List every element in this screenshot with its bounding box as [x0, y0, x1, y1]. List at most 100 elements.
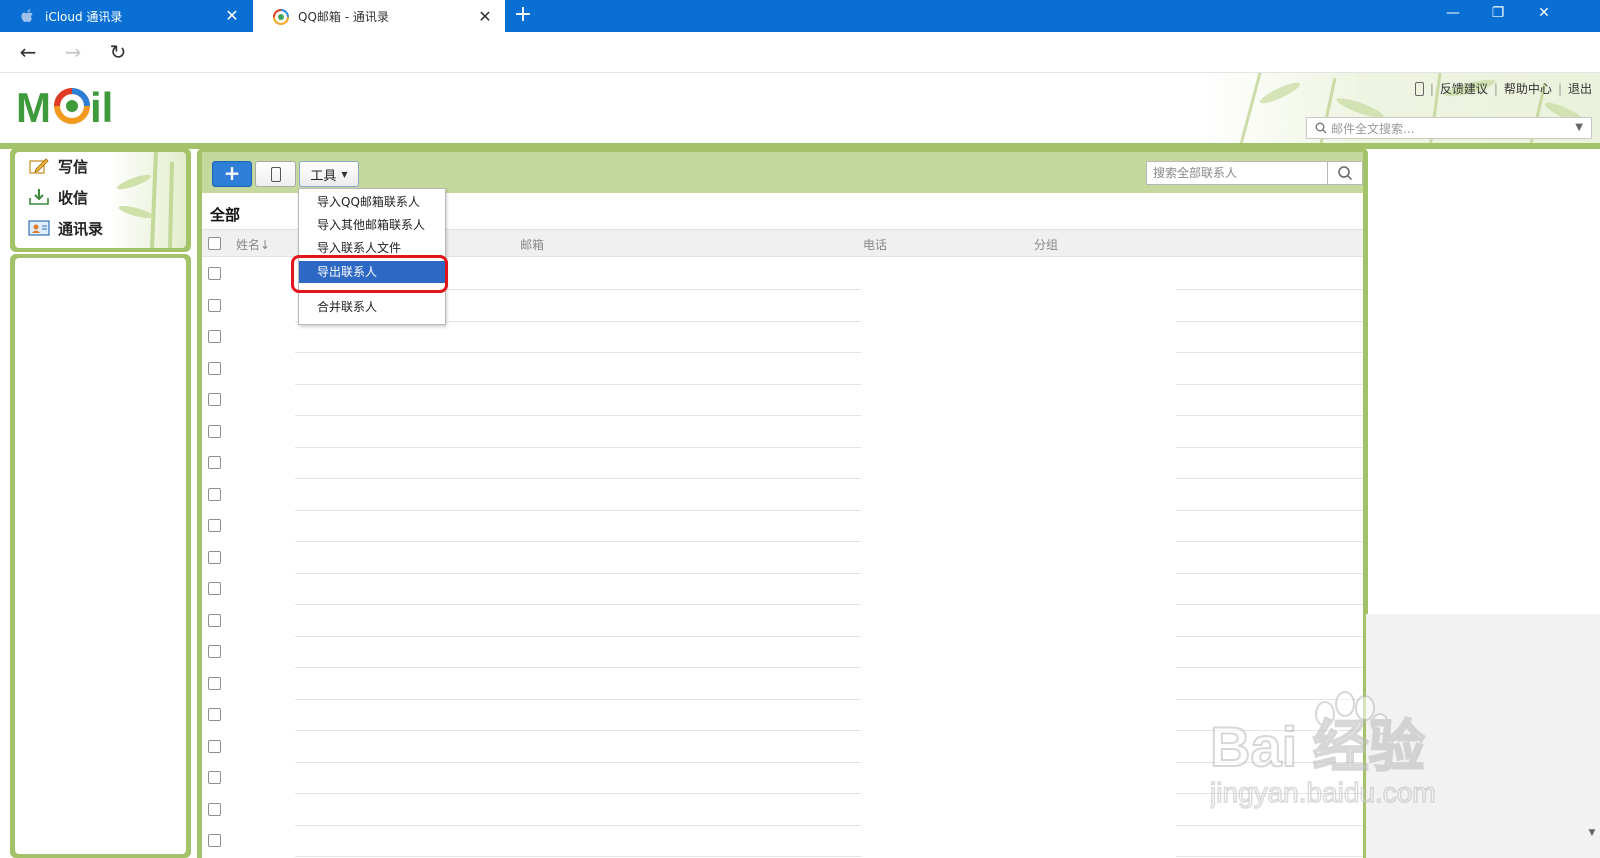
caret-down-icon: ▼: [341, 169, 348, 179]
mobile-phone-icon[interactable]: [1414, 81, 1424, 96]
table-row[interactable]: [202, 605, 1363, 637]
sidebar-item-label: 收信: [58, 188, 89, 207]
tab-title: iCloud 通讯录: [45, 9, 123, 24]
new-tab-button[interactable]: +: [512, 4, 534, 27]
feedback-link[interactable]: 反馈建议: [1440, 80, 1488, 97]
sidebar-item-label: 通讯录: [58, 219, 104, 238]
row-checkbox[interactable]: [208, 456, 221, 469]
row-checkbox[interactable]: [208, 361, 221, 375]
close-tab-icon[interactable]: ✕: [224, 8, 240, 24]
contact-search-button[interactable]: [1327, 161, 1363, 185]
row-checkbox[interactable]: [208, 708, 221, 721]
row-checkbox[interactable]: [208, 519, 221, 532]
close-tab-icon[interactable]: ✕: [477, 8, 493, 25]
help-center-link[interactable]: 帮助中心: [1504, 80, 1552, 97]
row-checkbox[interactable]: [208, 834, 221, 847]
tab-icloud-contacts[interactable]: iCloud 通讯录 ✕: [0, 0, 252, 32]
row-checkbox[interactable]: [208, 613, 221, 627]
row-divider: [1176, 856, 1363, 857]
apple-icon: [21, 9, 33, 22]
menu-item-import-qq[interactable]: 导入QQ邮箱联系人: [299, 191, 445, 213]
menu-item-merge-contacts[interactable]: 合并联系人: [299, 296, 445, 318]
column-header-name[interactable]: 姓名↓: [236, 236, 270, 253]
address-book-icon: [28, 220, 50, 236]
table-row[interactable]: [202, 699, 1363, 731]
chevron-down-icon[interactable]: ▼: [1575, 122, 1583, 133]
sidebar-item-inbox[interactable]: 收信: [28, 184, 88, 210]
row-checkbox[interactable]: [208, 424, 221, 438]
column-header-phone[interactable]: 电话: [863, 236, 887, 253]
reload-icon[interactable]: ↻: [105, 40, 131, 66]
qqmail-icon: [273, 8, 289, 25]
menu-item-import-other[interactable]: 导入其他邮箱联系人: [299, 214, 445, 236]
sidebar-nav-panel: 写信 收信 通讯录: [10, 148, 191, 252]
select-all-checkbox[interactable]: [208, 237, 221, 250]
watermark-subtext: jingyan.baidu.com: [1210, 777, 1436, 808]
search-icon: [1338, 166, 1353, 181]
add-contact-button[interactable]: +: [212, 161, 252, 187]
row-checkbox[interactable]: [208, 645, 221, 658]
table-row[interactable]: [202, 416, 1363, 448]
mail-search-input[interactable]: 邮件全文搜索... ▼: [1306, 117, 1592, 139]
table-row[interactable]: [202, 321, 1363, 353]
sidebar-item-compose[interactable]: 写信: [28, 153, 88, 179]
row-checkbox[interactable]: [208, 267, 221, 280]
row-checkbox[interactable]: [208, 487, 221, 501]
table-row[interactable]: [202, 510, 1363, 542]
table-row[interactable]: [202, 573, 1363, 605]
table-row[interactable]: [202, 542, 1363, 574]
table-row[interactable]: [202, 384, 1363, 416]
sidebar-item-contacts[interactable]: 通讯录: [28, 215, 103, 241]
table-row[interactable]: [202, 668, 1363, 700]
search-icon: [1315, 122, 1327, 134]
table-row[interactable]: [202, 794, 1363, 826]
compose-icon: [29, 158, 49, 174]
address-bar[interactable]: [150, 36, 1600, 69]
inbox-download-icon: [29, 189, 49, 205]
minimize-icon[interactable]: —: [1430, 0, 1476, 28]
row-divider: [295, 856, 861, 857]
row-checkbox[interactable]: [208, 676, 221, 690]
sidebar-item-label: 写信: [58, 157, 89, 176]
row-checkbox[interactable]: [208, 802, 221, 816]
table-row[interactable]: [202, 447, 1363, 479]
table-row[interactable]: [202, 353, 1363, 385]
forward-arrow-icon[interactable]: →: [60, 40, 86, 66]
contact-search-input[interactable]: 搜索全部联系人: [1146, 161, 1327, 185]
row-checkbox[interactable]: [208, 771, 221, 784]
tools-dropdown-button[interactable]: 工具 ▼: [299, 161, 359, 187]
table-row[interactable]: [202, 479, 1363, 511]
sync-phone-button[interactable]: [255, 161, 296, 187]
tab-qqmail-contacts[interactable]: QQ邮箱 - 通讯录 ✕: [253, 0, 505, 33]
table-row[interactable]: [202, 762, 1363, 794]
row-checkbox[interactable]: [208, 550, 221, 564]
sidebar-folder-panel: [10, 254, 191, 858]
scroll-down-arrow-icon[interactable]: ▼: [1584, 828, 1600, 842]
bamboo-decoration: [117, 152, 174, 248]
column-header-group[interactable]: 分组: [1034, 236, 1058, 253]
row-checkbox[interactable]: [208, 298, 221, 312]
watermark-text: Bai 经验: [1210, 715, 1425, 778]
restore-icon[interactable]: ❐: [1475, 0, 1521, 28]
row-checkbox[interactable]: [208, 393, 221, 406]
header-links: | 反馈建议 | 帮助中心 | 退出: [1414, 80, 1592, 97]
close-window-icon[interactable]: ✕: [1521, 0, 1567, 28]
qqmail-logo: M il: [16, 84, 113, 128]
table-row[interactable]: [202, 825, 1363, 857]
column-header-email[interactable]: 邮箱: [520, 236, 544, 253]
row-checkbox[interactable]: [208, 582, 221, 595]
mobile-phone-icon: [271, 167, 281, 182]
row-checkbox[interactable]: [208, 330, 221, 343]
table-row[interactable]: [202, 636, 1363, 668]
browser-tab-bar: iCloud 通讯录 ✕ QQ邮箱 - 通讯录 ✕ + — ❐ ✕: [0, 0, 1600, 33]
table-row[interactable]: [202, 731, 1363, 763]
annotation-highlight: [291, 255, 448, 293]
tools-label: 工具: [310, 168, 337, 184]
group-title: 全部: [210, 206, 241, 224]
baidu-jingyan-watermark: Bai 经验 jingyan.baidu.com: [1210, 691, 1436, 809]
contacts-toolbar: + 工具 ▼ 搜索全部联系人: [202, 152, 1363, 193]
logout-link[interactable]: 退出: [1568, 80, 1592, 97]
browser-nav-bar: ← → ↻: [0, 32, 1600, 73]
row-checkbox[interactable]: [208, 739, 221, 753]
back-arrow-icon[interactable]: ←: [15, 40, 41, 66]
